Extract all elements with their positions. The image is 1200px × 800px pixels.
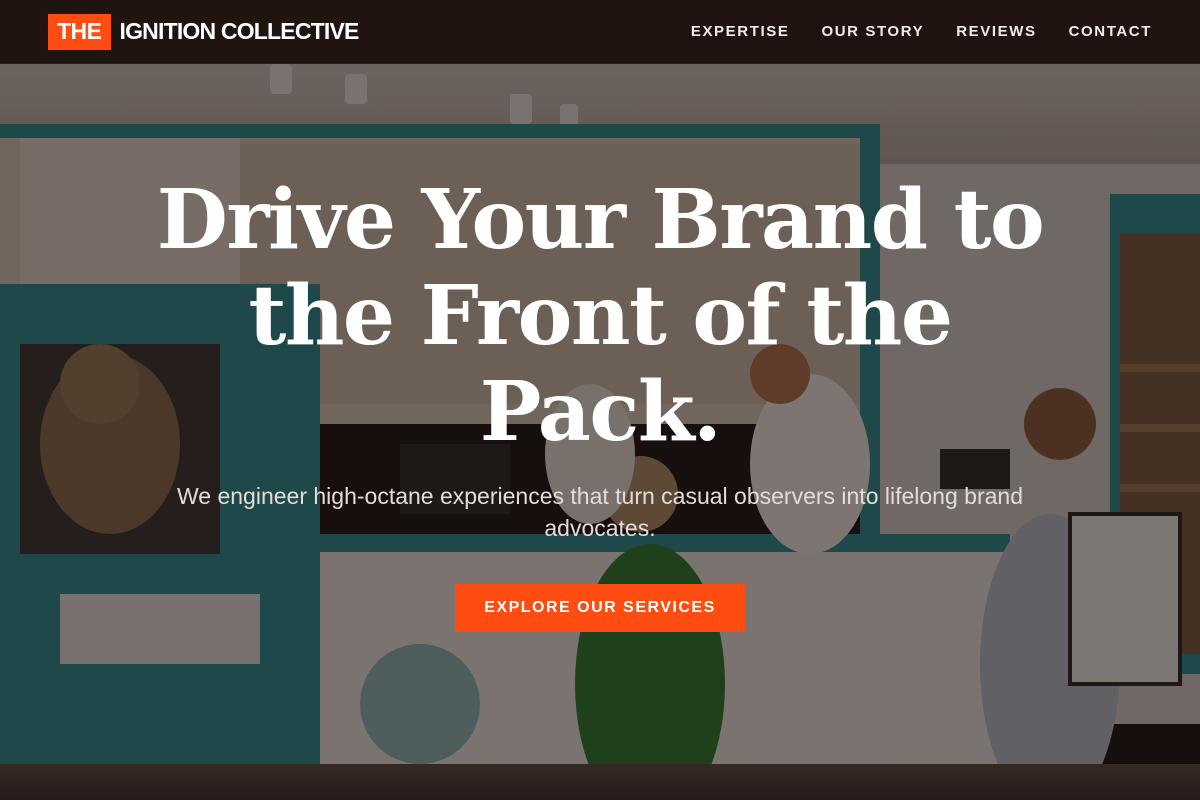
main-nav: EXPERTISE OUR STORY REVIEWS CONTACT xyxy=(691,23,1152,40)
nav-link-contact[interactable]: CONTACT xyxy=(1069,23,1152,40)
nav-link-reviews[interactable]: REVIEWS xyxy=(956,23,1036,40)
nav-link-our-story[interactable]: OUR STORY xyxy=(821,23,924,40)
logo-badge: THE xyxy=(48,13,111,50)
nav-link-expertise[interactable]: EXPERTISE xyxy=(691,23,790,40)
hero-headline: Drive Your Brand to the Front of the Pac… xyxy=(156,172,1045,460)
brand-logo[interactable]: THE IGNITION COLLECTIVE xyxy=(48,13,360,50)
site-header: THE IGNITION COLLECTIVE EXPERTISE OUR ST… xyxy=(0,0,1200,64)
hero-section: Drive Your Brand to the Front of the Pac… xyxy=(0,64,1200,800)
hero-subheadline: We engineer high-octane experiences that… xyxy=(177,483,1023,541)
explore-services-button[interactable]: EXPLORE OUR SERVICES xyxy=(455,584,745,632)
logo-wordmark: IGNITION COLLECTIVE xyxy=(119,18,360,44)
